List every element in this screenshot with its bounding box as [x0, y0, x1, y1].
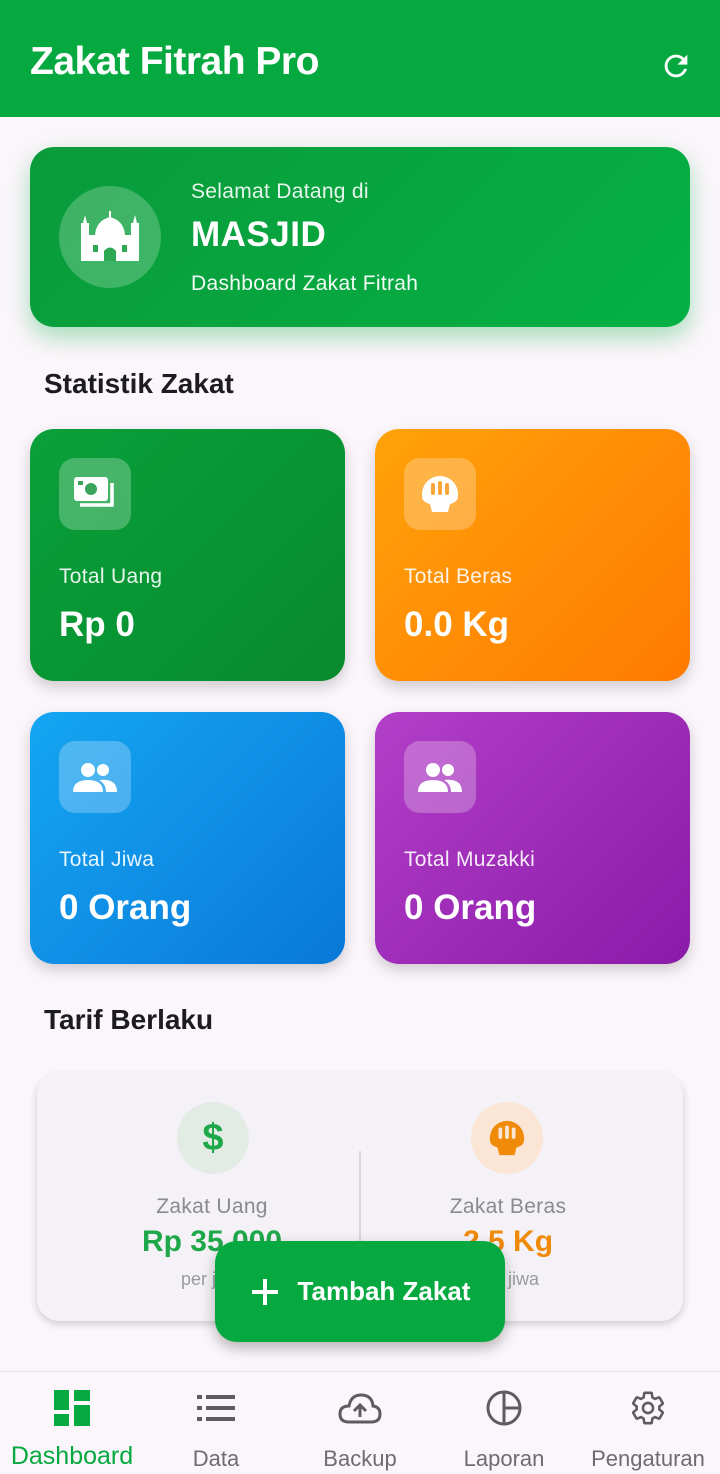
stat-label: Total Muzakki [404, 848, 536, 871]
money-icon [74, 477, 114, 507]
rice-icon-wrap [471, 1102, 543, 1174]
dollar-icon: $ [202, 1116, 224, 1159]
tarif-label: Zakat Uang [156, 1195, 268, 1218]
cloud-upload-icon [338, 1393, 382, 1424]
nav-label: Data [192, 1446, 240, 1471]
stat-value: 0.0 Kg [404, 605, 510, 644]
tambah-zakat-button[interactable]: Tambah Zakat [215, 1241, 505, 1342]
stat-card-total-beras[interactable]: Total Beras 0.0 Kg [375, 429, 690, 681]
welcome-card: Selamat Datang di MASJID Dashboard Zakat… [30, 147, 690, 327]
stat-card-total-uang[interactable]: Total Uang Rp 0 [30, 429, 345, 681]
stat-card-total-muzakki[interactable]: Total Muzakki 0 Orang [375, 712, 690, 964]
stat-label: Total Jiwa [59, 848, 155, 871]
welcome-greeting: Selamat Datang di [191, 180, 369, 203]
stat-value: 0 Orang [404, 888, 537, 927]
nav-item-dashboard[interactable]: Dashboard [0, 1372, 144, 1474]
stat-card-total-jiwa[interactable]: Total Jiwa 0 Orang [30, 712, 345, 964]
stat-label: Total Beras [404, 565, 513, 588]
rice-icon-wrap [404, 458, 476, 530]
bottom-navigation: Dashboard Data Backup Laporan Pengaturan [0, 1371, 720, 1474]
nav-item-backup[interactable]: Backup [288, 1372, 432, 1474]
nav-item-laporan[interactable]: Laporan [432, 1372, 576, 1474]
nav-label: Laporan [463, 1446, 545, 1471]
mosque-name: MASJID [191, 215, 327, 254]
nav-label: Dashboard [10, 1442, 134, 1470]
plus-icon [251, 1278, 278, 1305]
nav-item-pengaturan[interactable]: Pengaturan [576, 1372, 720, 1474]
dollar-icon-wrap: $ [177, 1102, 249, 1174]
nav-item-data[interactable]: Data [144, 1372, 288, 1474]
welcome-subtitle: Dashboard Zakat Fitrah [191, 272, 419, 295]
rice-bowl-icon [422, 476, 458, 512]
stat-value: Rp 0 [59, 605, 135, 644]
tarif-title: Tarif Berlaku [44, 1004, 214, 1035]
dashboard-icon [54, 1390, 90, 1426]
money-icon-wrap [59, 458, 131, 530]
people-icon [418, 763, 462, 792]
stat-label: Total Uang [59, 565, 163, 588]
people-icon-wrap [59, 741, 131, 813]
people-icon [73, 763, 117, 792]
mosque-avatar [59, 186, 161, 288]
list-icon [197, 1395, 235, 1421]
pie-chart-icon [486, 1390, 522, 1426]
rice-bowl-icon [489, 1120, 525, 1156]
tarif-label: Zakat Beras [449, 1195, 567, 1218]
refresh-icon [664, 54, 688, 78]
nav-label: Pengaturan [591, 1446, 705, 1471]
nav-label: Backup [323, 1446, 397, 1471]
refresh-button[interactable] [652, 42, 700, 90]
statistik-title: Statistik Zakat [44, 368, 234, 399]
app-bar: Zakat Fitrah Pro [0, 0, 720, 117]
gear-icon [631, 1391, 665, 1425]
app-title: Zakat Fitrah Pro [30, 40, 319, 83]
mosque-icon [81, 211, 139, 261]
stat-value: 0 Orang [59, 888, 192, 927]
fab-label: Tambah Zakat [297, 1276, 471, 1306]
people-icon-wrap [404, 741, 476, 813]
